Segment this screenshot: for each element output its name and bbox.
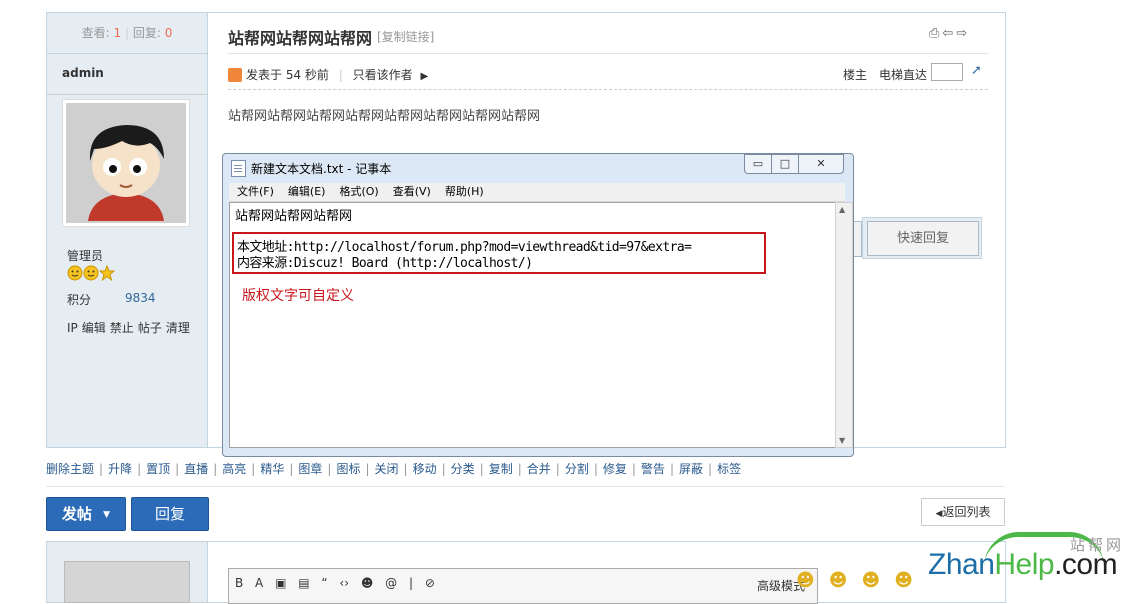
mod-highlight[interactable]: 高亮 — [222, 462, 246, 476]
floor-label: 楼主 — [843, 68, 868, 82]
post-meta: 发表于 54 秒前 | 只看该作者 ▶ — [228, 66, 428, 83]
meta-divider — [228, 89, 988, 90]
mod-block[interactable]: 屏蔽 — [679, 462, 703, 476]
scroll-up-icon[interactable]: ▲ — [839, 205, 845, 214]
smiley-bar: ☻☻☻☻ — [796, 570, 927, 591]
reply-button[interactable]: 回复 — [131, 497, 209, 531]
copy-link[interactable]: [复制链接] — [377, 28, 434, 45]
highlight-box: 本文地址:http://localhost/forum.php?mod=view… — [232, 232, 766, 274]
replies-count: 0 — [164, 26, 173, 40]
admin-link-ip[interactable]: IP — [67, 321, 78, 335]
notepad-window: 新建文本文档.txt - 记事本 ▭ □ ✕ 文件(F) 编辑(E) 格式(O) 查看… — [222, 153, 854, 457]
mod-tag[interactable]: 标签 — [717, 462, 741, 476]
avatar-image — [66, 103, 186, 223]
jump-label: 电梯直达 — [879, 68, 928, 82]
menu-format[interactable]: 格式(O) — [339, 183, 378, 201]
title-divider — [228, 53, 988, 54]
reply-sidebar — [47, 542, 208, 603]
chevron-down-icon: ▼ — [103, 510, 111, 520]
mod-move[interactable]: 移动 — [413, 462, 437, 476]
new-post-button[interactable]: 发帖 ▼ — [46, 497, 126, 531]
mod-sticky[interactable]: 置顶 — [146, 462, 170, 476]
smiley-icon[interactable]: ☻ — [894, 570, 927, 591]
smiley-icon[interactable]: ☻ — [862, 570, 895, 591]
menu-edit[interactable]: 编辑(E) — [288, 183, 326, 201]
mod-close[interactable]: 关闭 — [375, 462, 399, 476]
mod-stamp[interactable]: 图章 — [298, 462, 322, 476]
user-online-icon — [228, 68, 242, 82]
post-time: 发表于 54 秒前 — [246, 68, 329, 82]
text-line-source: 内容来源:Discuz! Board (http://localhost/) — [237, 256, 533, 271]
go-arrow-icon[interactable]: ➚ — [971, 63, 982, 78]
menu-help[interactable]: 帮助(H) — [445, 183, 484, 201]
thread-tools: ⎙⇦⇨ — [929, 26, 970, 41]
annotation-note: 版权文字可自定义 — [242, 288, 354, 304]
notepad-icon — [231, 160, 246, 177]
mod-action-bar: 删除主题 | 升降 | 置顶 | 直播 | 高亮 | 精华 | 图章 | 图标 | 关闭 | 移动 | 分类 | 复制 | 合并… — [46, 462, 742, 476]
mod-split[interactable]: 分割 — [565, 462, 589, 476]
avatar[interactable] — [62, 99, 190, 227]
mod-bump[interactable]: 升降 — [108, 462, 132, 476]
menu-view[interactable]: 查看(V) — [393, 183, 431, 201]
user-rank-icons — [67, 264, 117, 284]
mod-category[interactable]: 分类 — [451, 462, 475, 476]
maximize-button[interactable]: □ — [771, 154, 799, 174]
mod-repair[interactable]: 修复 — [603, 462, 627, 476]
thread-stats: 查看: 1 | 回复: 0 — [47, 13, 207, 54]
quick-reply-stub — [853, 221, 862, 257]
watermark-logo: 站帮网 ZhanHelp.com — [928, 530, 1133, 586]
author-name[interactable]: admin — [62, 66, 104, 80]
mod-warn[interactable]: 警告 — [641, 462, 665, 476]
views-count: 1 — [113, 26, 122, 40]
notepad-text-area[interactable]: 站帮网站帮网站帮网 本文地址:http://localhost/forum.ph… — [229, 202, 837, 448]
mod-divider — [46, 486, 1004, 487]
points-value[interactable]: 9834 — [125, 291, 156, 305]
smiley-icon[interactable]: ☻ — [796, 570, 829, 591]
user-group[interactable]: 管理员 — [67, 247, 103, 264]
admin-link-clean[interactable]: 清理 — [166, 321, 190, 335]
quick-reply-button[interactable]: 快速回复 — [867, 221, 979, 256]
mod-digest[interactable]: 精华 — [260, 462, 284, 476]
reply-editor-toolbar: B A ▣ ▤ “ ‹› ☻ @ | ⊘ 高级模式 — [228, 568, 818, 604]
chevron-right-icon: ▶ — [420, 71, 429, 82]
close-button[interactable]: ✕ — [798, 154, 844, 174]
text-line-1: 站帮网站帮网站帮网 — [235, 209, 353, 224]
mod-delete-thread[interactable]: 删除主题 — [46, 462, 94, 476]
mod-icon[interactable]: 图标 — [336, 462, 360, 476]
mod-merge[interactable]: 合并 — [527, 462, 551, 476]
watermark-text: ZhanHelp.com — [928, 548, 1118, 581]
minimize-button[interactable]: ▭ — [744, 154, 772, 174]
printer-icon[interactable]: ⎙ — [929, 26, 942, 41]
scroll-down-icon[interactable]: ▼ — [839, 436, 845, 445]
reply-avatar — [64, 561, 190, 603]
sidebar-divider — [47, 94, 207, 95]
post-content: 站帮网站帮网站帮网站帮网站帮网站帮网站帮网站帮网 — [228, 109, 541, 124]
post-author-sidebar: 查看: 1 | 回复: 0 admin 管理员 积分 9834 IP 编辑 禁止… — [47, 13, 208, 447]
admin-link-edit[interactable]: 编辑 — [82, 321, 106, 335]
notepad-scrollbar[interactable]: ▲ ▼ — [835, 202, 853, 448]
notepad-menubar: 文件(F) 编辑(E) 格式(O) 查看(V) 帮助(H) — [229, 183, 845, 202]
back-to-list-button[interactable]: ◀返回列表 — [921, 498, 1005, 526]
admin-link-ban[interactable]: 禁止 — [110, 321, 134, 335]
prev-thread-icon[interactable]: ⇦ — [942, 26, 956, 41]
floor-jump-input[interactable] — [931, 63, 963, 81]
quick-reply-box: 快速回复 — [862, 217, 982, 259]
menu-file[interactable]: 文件(F) — [237, 183, 274, 201]
smiley-icon[interactable]: ☻ — [829, 570, 862, 591]
next-thread-icon[interactable]: ⇨ — [956, 26, 970, 41]
points-label: 积分 — [67, 293, 92, 307]
only-author-link[interactable]: 只看该作者 — [353, 68, 413, 82]
admin-link-posts[interactable]: 帖子 — [138, 321, 162, 335]
mod-live[interactable]: 直播 — [184, 462, 208, 476]
mod-copy[interactable]: 复制 — [489, 462, 513, 476]
thread-title: 站帮网站帮网站帮网 — [228, 29, 373, 48]
editor-tools[interactable]: B A ▣ ▤ “ ‹› ☻ @ | ⊘ — [235, 576, 435, 590]
admin-links: IP 编辑 禁止 帖子 清理 — [67, 319, 194, 336]
notepad-title: 新建文本文档.txt - 记事本 — [251, 162, 392, 176]
